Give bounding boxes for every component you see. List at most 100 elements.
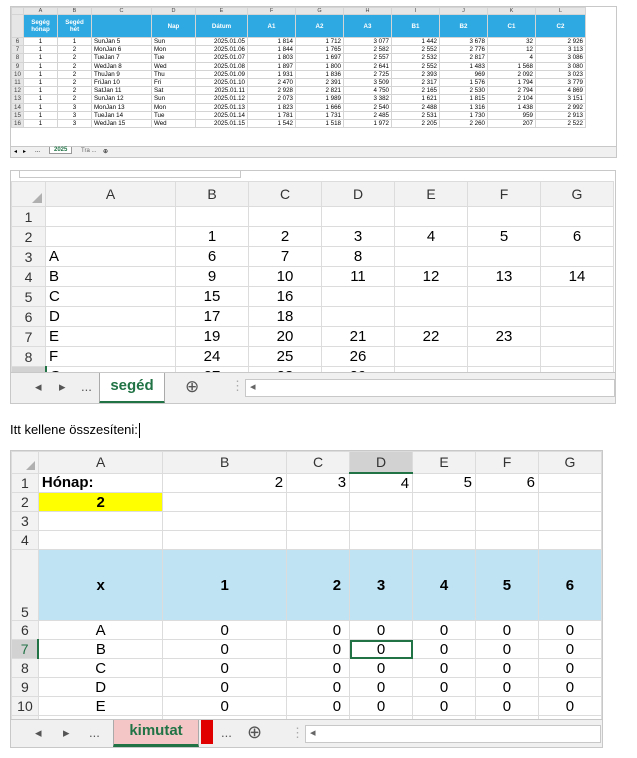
cell[interactable] — [467, 306, 541, 327]
cell[interactable]: 2 — [248, 226, 322, 247]
cell[interactable]: TueJan 14 — [91, 110, 152, 120]
tab-2025[interactable]: 2025 — [49, 147, 73, 154]
cell[interactable]: 2 530 — [439, 86, 488, 96]
cell[interactable]: 3 080 — [535, 61, 586, 71]
cell[interactable] — [475, 530, 539, 550]
value-cell[interactable]: 0 — [162, 677, 288, 697]
cell[interactable] — [45, 206, 176, 227]
cell[interactable]: 2 470 — [247, 77, 296, 88]
cell[interactable] — [412, 530, 476, 550]
value-cell[interactable]: 0 — [412, 677, 476, 697]
month-cell[interactable]: 6 — [475, 472, 539, 493]
cell[interactable]: SunJan 12 — [91, 94, 152, 104]
cell[interactable]: 1 844 — [247, 45, 296, 55]
cell[interactable]: D — [45, 306, 176, 327]
value-cell[interactable]: 0 — [412, 639, 476, 659]
tab-splitter-icon[interactable]: ⋮ — [231, 378, 244, 394]
cell[interactable]: 1 972 — [343, 118, 392, 129]
cell[interactable]: 2025.01.10 — [195, 77, 248, 88]
cell[interactable]: 2025.01.12 — [195, 94, 248, 104]
row-header[interactable]: 15 — [11, 110, 24, 120]
cell[interactable]: 3 113 — [535, 45, 586, 55]
cell[interactable]: 2 092 — [487, 69, 536, 79]
header-week-cell[interactable]: 2 — [286, 549, 351, 621]
cell[interactable]: E — [45, 326, 176, 347]
row-header[interactable]: 10 — [11, 696, 39, 716]
cell[interactable]: Mon — [151, 102, 196, 112]
cell[interactable]: 1 542 — [247, 118, 296, 129]
header-cell[interactable]: Segéd hét — [57, 14, 92, 38]
value-cell[interactable]: 0 — [286, 620, 351, 640]
header-week-cell[interactable]: 1 — [162, 549, 288, 621]
select-all-corner[interactable] — [11, 451, 39, 474]
cell[interactable]: 2 — [57, 53, 92, 63]
header-cell[interactable]: B2 — [439, 14, 488, 38]
cell[interactable] — [540, 246, 614, 267]
column-header[interactable]: F — [475, 451, 539, 474]
cell[interactable]: 2 582 — [343, 45, 392, 55]
column-header[interactable]: B — [175, 181, 249, 207]
cell[interactable]: 2 531 — [391, 110, 440, 120]
cell[interactable]: FriJan 10 — [91, 77, 152, 88]
value-cell[interactable]: 0 — [349, 696, 414, 716]
cell[interactable]: 1 666 — [295, 102, 344, 112]
row-header[interactable]: 5 — [11, 549, 39, 621]
value-cell[interactable]: 0 — [475, 639, 539, 659]
cell[interactable] — [394, 206, 468, 227]
tab-scroll-left-icon[interactable]: ◂ — [35, 725, 42, 741]
cell[interactable]: 3 — [57, 118, 92, 129]
cell[interactable]: 2025.01.09 — [195, 69, 248, 79]
cell[interactable] — [540, 206, 614, 227]
header-cell[interactable]: B1 — [391, 14, 440, 38]
cell[interactable]: 1 765 — [295, 45, 344, 55]
cell[interactable]: 2 926 — [535, 36, 586, 47]
tab-scroll-right-icon[interactable]: ▸ — [23, 148, 26, 155]
cell[interactable]: A — [45, 246, 176, 267]
cell[interactable] — [321, 206, 395, 227]
column-header[interactable]: F — [467, 181, 541, 207]
cell[interactable] — [467, 206, 541, 227]
column-header[interactable]: D — [151, 7, 196, 15]
cell[interactable]: 2 260 — [439, 118, 488, 129]
cell[interactable] — [540, 346, 614, 367]
cell[interactable] — [162, 511, 288, 531]
cell[interactable]: 1 731 — [295, 110, 344, 120]
month-input-cell[interactable]: 2 — [37, 492, 164, 512]
add-sheet-icon[interactable]: ⊕ — [247, 722, 262, 743]
cell[interactable]: 1 712 — [295, 36, 344, 47]
cell[interactable]: 7 — [248, 246, 322, 267]
cell[interactable]: 17 — [175, 306, 249, 327]
cell[interactable] — [394, 306, 468, 327]
cell[interactable]: 18 — [248, 306, 322, 327]
cell[interactable]: 8 — [321, 246, 395, 267]
value-cell[interactable]: 0 — [162, 620, 288, 640]
column-header[interactable]: C — [91, 7, 152, 15]
cell[interactable] — [394, 346, 468, 367]
row-header[interactable]: 7 — [11, 45, 24, 55]
cell[interactable]: 32 — [487, 36, 536, 47]
cell[interactable]: 20 — [248, 326, 322, 347]
scroll-left-icon[interactable]: ◂ — [310, 726, 316, 739]
cell[interactable]: SatJan 11 — [91, 86, 152, 96]
cell[interactable]: 2 317 — [391, 77, 440, 88]
row-header[interactable]: 1 — [11, 472, 39, 493]
tab-ellipsis[interactable]: ... — [35, 148, 40, 154]
tab-scroll-left-icon[interactable]: ◂ — [14, 148, 17, 155]
row-header[interactable]: 13 — [11, 94, 24, 104]
column-header[interactable]: G — [537, 451, 602, 474]
cell[interactable]: 1 823 — [247, 102, 296, 112]
cell[interactable]: 2 552 — [391, 61, 440, 71]
month-cell[interactable]: 5 — [412, 472, 476, 493]
column-header[interactable]: I — [391, 7, 440, 15]
cell[interactable]: 1 697 — [295, 53, 344, 63]
cell[interactable] — [467, 346, 541, 367]
value-cell[interactable]: 0 — [537, 696, 602, 716]
cell[interactable] — [286, 492, 351, 512]
cell[interactable]: 1 730 — [439, 110, 488, 120]
cell[interactable] — [286, 511, 351, 531]
value-cell[interactable]: 0 — [162, 639, 288, 659]
cell[interactable]: 15 — [175, 286, 249, 307]
cell[interactable]: 26 — [321, 346, 395, 367]
cell[interactable]: 3 151 — [535, 94, 586, 104]
tab-ellipsis[interactable]: ... — [81, 379, 92, 394]
